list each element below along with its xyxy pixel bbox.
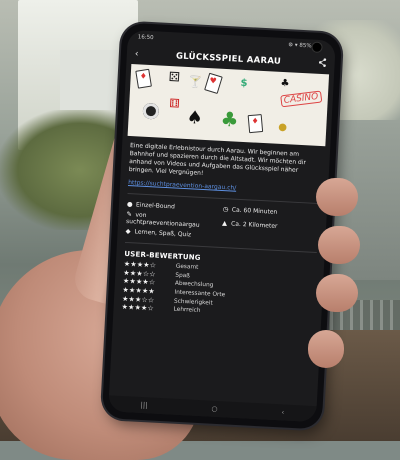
rating-label: Lehrreich (173, 306, 201, 315)
club-icon: ♣ (280, 77, 290, 90)
clover-icon: ♣ (219, 106, 240, 132)
dice-icon: ⚄ (168, 70, 181, 86)
system-nav-bar: ||| ○ ‹ (108, 395, 317, 423)
home-button[interactable]: ○ (211, 405, 218, 413)
detail-distance: ▲ Ca. 2 Kilometer (221, 218, 318, 233)
share-icon[interactable] (318, 58, 327, 70)
smartphone: 16:50 ⚙ ▾ 85% ‹ GLÜCKSSPIEL AARAU ♦ ⚄ 🍸 … (101, 22, 343, 430)
status-indicators: ⚙ ▾ 85% (287, 42, 312, 50)
road-icon: ▲ (221, 218, 228, 227)
hand-finger (316, 178, 358, 216)
tag-icon: ◆ (125, 226, 131, 235)
clock-icon: ◷ (222, 205, 229, 214)
heart-icon: ♥ (209, 76, 217, 86)
back-arrow-icon[interactable]: ‹ (135, 49, 139, 59)
details-left: ● Einzel-Bound ✎ von suchtpraeventionaar… (125, 199, 223, 242)
detail-duration-text: Ca. 60 Minuten (231, 206, 278, 216)
phone-screen: 16:50 ⚙ ▾ 85% ‹ GLÜCKSSPIEL AARAU ♦ ⚄ 🍸 … (108, 29, 336, 423)
star-rating: ★★★★☆ (121, 303, 155, 313)
system-back-button[interactable]: ‹ (281, 408, 284, 416)
detail-distance-text: Ca. 2 Kilometer (230, 219, 278, 230)
hand-finger (318, 226, 360, 264)
casino-stamp: CASINO (280, 90, 323, 108)
tour-details: ● Einzel-Bound ✎ von suchtpraeventionaar… (117, 197, 327, 250)
hand-finger (308, 330, 344, 368)
hand-finger (316, 274, 358, 312)
hero-illustration: ♦ ⚄ 🍸 ♥ ♠ ♣ ⚅ ♦ $ CASINO ● ♣ (127, 64, 330, 147)
detail-author-text: von suchtpraeventionaargau (126, 210, 200, 229)
detail-tags-text: Lernen, Spaß, Quiz (134, 227, 192, 238)
diamond-icon: ♦ (251, 116, 259, 126)
diamond-icon: ♦ (139, 71, 148, 81)
detail-duration: ◷ Ca. 60 Minuten (222, 205, 319, 219)
rating-label: Gesamt (175, 263, 199, 272)
cocktail-icon: 🍸 (188, 75, 203, 89)
recents-button[interactable]: ||| (140, 401, 147, 409)
person-icon: ● (126, 200, 133, 209)
coin-icon: ● (277, 121, 288, 134)
details-right: ◷ Ca. 60 Minuten ▲ Ca. 2 Kilometer (221, 204, 319, 247)
chip-icon (142, 102, 160, 120)
detail-mode-text: Einzel-Bound (135, 201, 176, 211)
money-icon: $ (240, 77, 248, 90)
status-time: 16:50 (137, 34, 154, 42)
page-title: GLÜCKSSPIEL AARAU (175, 51, 282, 67)
spade-icon: ♠ (186, 107, 204, 129)
rating-label: Spaß (175, 272, 191, 280)
author-prefix: von (135, 210, 147, 219)
dice-icon: ⚅ (168, 96, 181, 111)
